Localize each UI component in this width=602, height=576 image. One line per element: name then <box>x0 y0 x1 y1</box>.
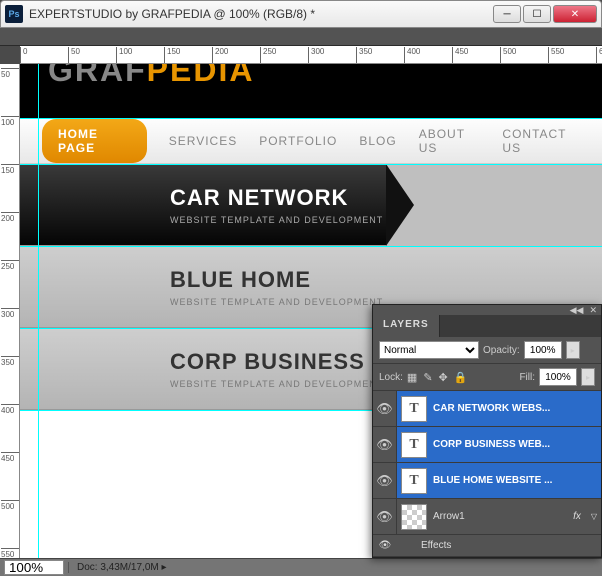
opacity-arrow[interactable]: ▸ <box>566 341 580 359</box>
layer-row[interactable]: 👁T BLUE HOME WEBSITE ... <box>373 463 601 499</box>
lock-position-icon[interactable]: ✥ <box>439 371 448 384</box>
text-layer-icon: T <box>401 396 427 422</box>
layer-list[interactable]: 👁TCAR NETWORK WEBS... 👁TCORP BUSINESS WE… <box>373 391 601 557</box>
zoom-input[interactable] <box>4 560 64 575</box>
nav-link: ABOUT US <box>419 127 481 155</box>
window-title: EXPERTSTUDIO by GRAFPEDIA @ 100% (RGB/8)… <box>29 7 493 21</box>
layer-row[interactable]: 👁T CORP BUSINESS WEB... <box>373 427 601 463</box>
layer-name[interactable]: CAR NETWORK WEBS... <box>433 403 597 414</box>
nav-link: PORTFOLIO <box>259 134 337 148</box>
options-bar <box>0 28 602 46</box>
blend-mode-select[interactable]: Normal <box>379 341 479 359</box>
fx-badge[interactable]: fx <box>573 511 581 522</box>
slide-subtitle: WEBSITE TEMPLATE AND DEVELOPMENT <box>170 297 383 307</box>
layer-row[interactable]: 👁T CAR NETWORK WEBS... <box>373 391 601 427</box>
visibility-icon[interactable]: 👁 <box>373 540 397 551</box>
panel-close-icon[interactable]: ✕ <box>589 305 597 316</box>
close-button[interactable]: ✕ <box>553 5 597 23</box>
visibility-icon[interactable]: 👁 <box>373 391 397 426</box>
opacity-label: Opacity: <box>483 345 520 356</box>
slide-title: CORP BUSINESS <box>170 349 383 375</box>
horizontal-ruler[interactable]: 050100150200250300350400450500550600 <box>20 46 602 64</box>
lock-transparency-icon[interactable]: ▦ <box>407 371 417 384</box>
photoshop-icon: Ps <box>5 5 23 23</box>
tab-layers[interactable]: LAYERS <box>373 315 440 337</box>
fill-arrow[interactable]: ▸ <box>581 368 595 386</box>
layer-name[interactable]: Arrow1 <box>433 511 567 522</box>
text-layer-icon: T <box>401 432 427 458</box>
blend-row: Normal Opacity: ▸ <box>373 337 601 363</box>
vertical-ruler[interactable]: 50100150200250300350400450500550 <box>0 64 20 558</box>
visibility-icon[interactable]: 👁 <box>373 463 397 498</box>
fill-input[interactable] <box>539 368 577 386</box>
text-layer-icon: T <box>401 468 427 494</box>
design-header: GRAFPEDIA <box>20 64 602 118</box>
layer-row[interactable]: 👁 Arrow1 fx ▽ <box>373 499 601 535</box>
slide-subtitle: WEBSITE TEMPLATE AND DEVELOPMENT <box>170 215 383 225</box>
doc-info[interactable]: Doc: 3,43M/17,0M ▸ <box>68 562 175 573</box>
logo: GRAFPEDIA <box>48 64 254 89</box>
window-titlebar: Ps EXPERTSTUDIO by GRAFPEDIA @ 100% (RGB… <box>0 0 602 28</box>
nav-home: HOME PAGE <box>42 119 147 163</box>
nav-link: BLOG <box>359 134 396 148</box>
slide-subtitle: WEBSITE TEMPLATE AND DEVELOPMENT <box>170 379 383 389</box>
fx-toggle-icon[interactable]: ▽ <box>591 512 597 521</box>
maximize-button[interactable]: ☐ <box>523 5 551 23</box>
lock-label: Lock: <box>379 372 403 383</box>
visibility-icon[interactable]: 👁 <box>373 427 397 462</box>
layer-name[interactable]: BLUE HOME WEBSITE ... <box>433 475 597 486</box>
minimize-button[interactable]: ─ <box>493 5 521 23</box>
panel-collapse-icon[interactable]: ◀◀ <box>570 305 584 316</box>
visibility-icon[interactable]: 👁 <box>373 499 397 534</box>
design-navbar: HOME PAGE SERVICES PORTFOLIO BLOG ABOUT … <box>20 118 602 164</box>
lock-row: Lock: ▦ ✎ ✥ 🔒 Fill: ▸ <box>373 363 601 391</box>
shape-layer-icon <box>401 504 427 530</box>
layer-effects-row[interactable]: 👁 Effects <box>373 535 601 557</box>
layers-panel[interactable]: ◀◀ ✕ LAYERS Normal Opacity: ▸ Lock: ▦ ✎ ✥… <box>372 304 602 558</box>
effects-label: Effects <box>421 540 451 551</box>
status-bar: Doc: 3,43M/17,0M ▸ <box>0 558 602 576</box>
slide-active: CAR NETWORK WEBSITE TEMPLATE AND DEVELOPM… <box>20 164 386 246</box>
lock-all-icon[interactable]: 🔒 <box>454 371 468 384</box>
nav-link: SERVICES <box>169 134 237 148</box>
nav-link: CONTACT US <box>502 127 580 155</box>
slide-title: BLUE HOME <box>170 267 383 293</box>
slide-title: CAR NETWORK <box>170 185 383 211</box>
fill-label: Fill: <box>519 372 535 383</box>
panel-grip[interactable]: ◀◀ ✕ <box>373 305 601 315</box>
layer-name[interactable]: CORP BUSINESS WEB... <box>433 439 597 450</box>
lock-pixels-icon[interactable]: ✎ <box>423 371 432 384</box>
opacity-input[interactable] <box>524 341 562 359</box>
